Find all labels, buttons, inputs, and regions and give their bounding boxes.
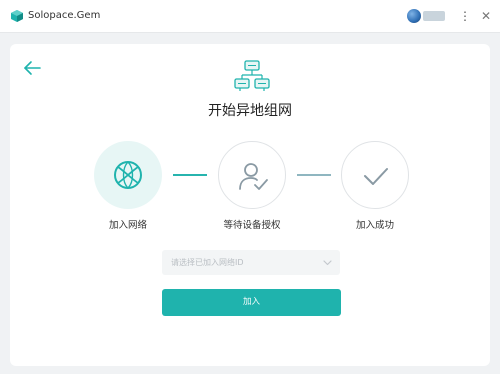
user-check-icon bbox=[239, 163, 268, 190]
network-id-placeholder: 请选择已加入网络ID bbox=[171, 258, 244, 267]
close-icon[interactable]: ✕ bbox=[479, 7, 493, 25]
chevron-down-icon bbox=[323, 260, 332, 266]
app-logo-icon bbox=[11, 10, 23, 22]
page-title: 开始异地组网 bbox=[208, 103, 292, 119]
step-wait-authorization bbox=[218, 141, 286, 209]
step-join-success bbox=[341, 141, 409, 209]
step-label-wait-authorization: 等待设备授权 bbox=[223, 220, 281, 231]
step-connector bbox=[173, 174, 207, 176]
network-topology-icon bbox=[234, 60, 270, 91]
step-connector bbox=[297, 174, 331, 176]
step-join-network bbox=[94, 141, 162, 209]
network-id-select[interactable]: 请选择已加入网络ID bbox=[162, 250, 340, 275]
user-name[interactable] bbox=[423, 11, 445, 21]
step-label-join-success: 加入成功 bbox=[355, 220, 394, 231]
more-menu-icon[interactable]: ⋮ bbox=[459, 7, 471, 25]
avatar[interactable] bbox=[407, 9, 421, 23]
globe-icon bbox=[114, 161, 142, 189]
checkmark-icon bbox=[364, 168, 388, 185]
main-card: 开始异地组网 加入网络 等待设备授权 加入成功 请选择已加入网络ID 加入 bbox=[10, 44, 490, 366]
app-title: Solopace.Gem bbox=[28, 10, 101, 21]
step-label-join-network: 加入网络 bbox=[108, 220, 147, 231]
back-arrow-icon[interactable] bbox=[23, 60, 41, 76]
join-button[interactable]: 加入 bbox=[162, 289, 341, 316]
title-bar: Solopace.Gem ⋮ ✕ bbox=[0, 0, 500, 33]
